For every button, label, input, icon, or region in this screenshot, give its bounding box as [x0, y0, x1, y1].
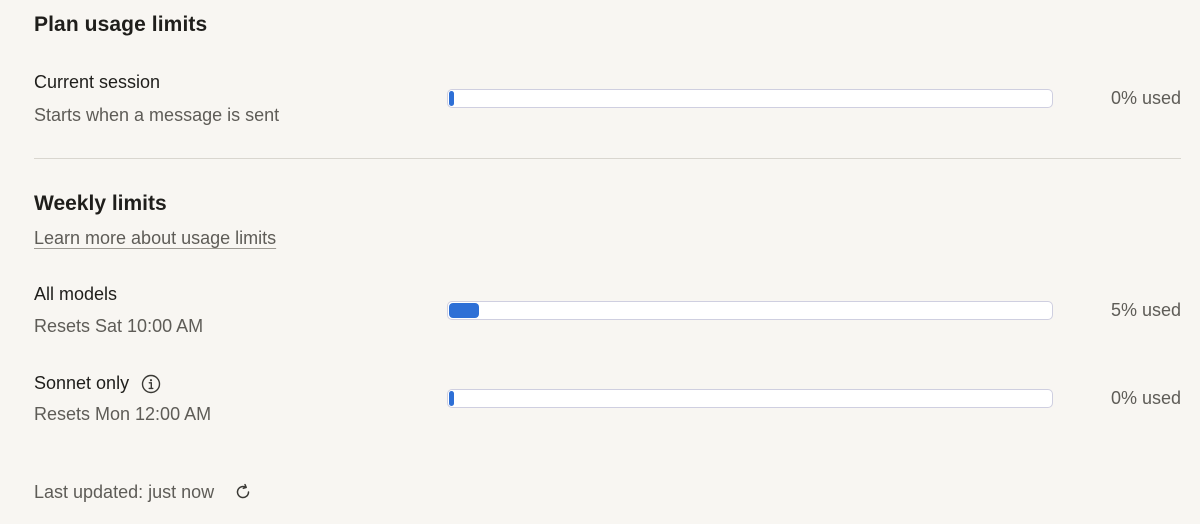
- page-title: Plan usage limits: [34, 13, 208, 36]
- all-models-subtitle: Resets Sat 10:00 AM: [34, 316, 204, 336]
- current-session-label: Current session: [34, 72, 161, 92]
- sonnet-only-subtitle: Resets Mon 12:00 AM: [34, 404, 212, 424]
- sonnet-only-label: Sonnet only: [34, 373, 130, 393]
- current-session-used-label: 0% used: [1110, 88, 1181, 108]
- sonnet-only-progress-fill: [449, 391, 454, 406]
- current-session-progress-fill: [449, 91, 454, 106]
- all-models-progress-fill: [449, 303, 479, 318]
- current-session-subtitle: Starts when a message is sent: [34, 105, 280, 125]
- info-icon[interactable]: [141, 374, 161, 394]
- last-updated-text: Last updated: just now: [34, 482, 215, 502]
- refresh-icon[interactable]: [233, 482, 253, 502]
- sonnet-only-used-label: 0% used: [1110, 388, 1181, 408]
- section-divider: [34, 158, 1181, 159]
- all-models-progress-bar: [447, 301, 1053, 320]
- current-session-progress-bar: [447, 89, 1053, 108]
- sonnet-only-progress-bar: [447, 389, 1053, 408]
- learn-more-link[interactable]: Learn more about usage limits: [34, 228, 276, 249]
- all-models-label: All models: [34, 284, 118, 304]
- all-models-used-label: 5% used: [1110, 300, 1181, 320]
- weekly-limits-heading: Weekly limits: [34, 192, 167, 215]
